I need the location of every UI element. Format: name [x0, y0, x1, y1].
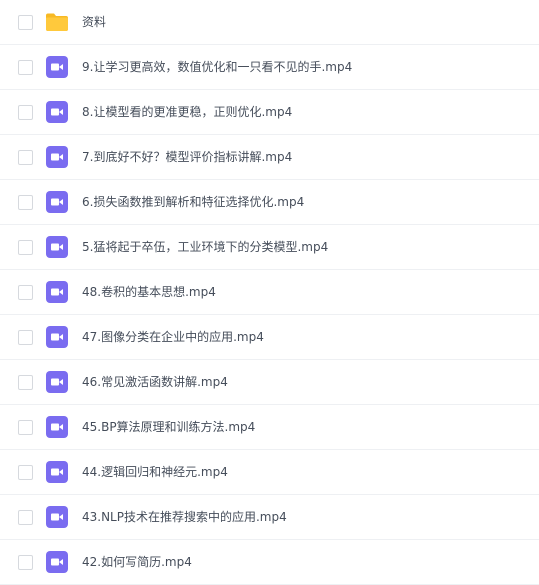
row-checkbox[interactable]	[18, 150, 33, 165]
file-row-video[interactable]: 47.图像分类在企业中的应用.mp4	[0, 315, 539, 360]
row-checkbox[interactable]	[18, 555, 33, 570]
file-name[interactable]: 46.常见激活函数讲解.mp4	[82, 373, 228, 391]
video-file-icon	[45, 460, 69, 484]
row-checkbox[interactable]	[18, 60, 33, 75]
file-row-video[interactable]: 7.到底好不好？模型评价指标讲解.mp4	[0, 135, 539, 180]
row-checkbox[interactable]	[18, 375, 33, 390]
file-name[interactable]: 48.卷积的基本思想.mp4	[82, 283, 216, 301]
file-name[interactable]: 5.猛将起于卒伍，工业环境下的分类模型.mp4	[82, 238, 328, 256]
file-name[interactable]: 42.如何写简历.mp4	[82, 553, 192, 571]
file-row-video[interactable]: 44.逻辑回归和神经元.mp4	[0, 450, 539, 495]
row-checkbox[interactable]	[18, 15, 33, 30]
file-name[interactable]: 9.让学习更高效，数值优化和一只看不见的手.mp4	[82, 58, 352, 76]
video-file-icon	[45, 190, 69, 214]
file-row-video[interactable]: 9.让学习更高效，数值优化和一只看不见的手.mp4	[0, 45, 539, 90]
video-file-icon	[45, 55, 69, 79]
file-row-folder[interactable]: 资料	[0, 0, 539, 45]
video-file-icon	[45, 415, 69, 439]
row-checkbox[interactable]	[18, 105, 33, 120]
video-file-icon	[45, 100, 69, 124]
file-name[interactable]: 44.逻辑回归和神经元.mp4	[82, 463, 228, 481]
file-row-video[interactable]: 42.如何写简历.mp4	[0, 540, 539, 585]
file-row-video[interactable]: 5.猛将起于卒伍，工业环境下的分类模型.mp4	[0, 225, 539, 270]
file-name[interactable]: 43.NLP技术在推荐搜索中的应用.mp4	[82, 508, 287, 526]
row-checkbox[interactable]	[18, 465, 33, 480]
file-name[interactable]: 6.损失函数推到解析和特征选择优化.mp4	[82, 193, 304, 211]
row-checkbox[interactable]	[18, 330, 33, 345]
row-checkbox[interactable]	[18, 285, 33, 300]
file-list: 资料 9.让学习更高效，数值优化和一只看不见的手.mp4 8.让模型看的更准更稳…	[0, 0, 539, 585]
video-file-icon	[45, 325, 69, 349]
video-file-icon	[45, 280, 69, 304]
file-row-video[interactable]: 43.NLP技术在推荐搜索中的应用.mp4	[0, 495, 539, 540]
file-name[interactable]: 8.让模型看的更准更稳，正则优化.mp4	[82, 103, 292, 121]
file-row-video[interactable]: 48.卷积的基本思想.mp4	[0, 270, 539, 315]
row-checkbox[interactable]	[18, 510, 33, 525]
video-file-icon	[45, 505, 69, 529]
file-name[interactable]: 45.BP算法原理和训练方法.mp4	[82, 418, 255, 436]
file-row-video[interactable]: 8.让模型看的更准更稳，正则优化.mp4	[0, 90, 539, 135]
file-row-video[interactable]: 46.常见激活函数讲解.mp4	[0, 360, 539, 405]
folder-icon	[45, 10, 69, 34]
video-file-icon	[45, 235, 69, 259]
file-name[interactable]: 7.到底好不好？模型评价指标讲解.mp4	[82, 148, 292, 166]
video-file-icon	[45, 145, 69, 169]
file-name[interactable]: 资料	[82, 13, 106, 31]
video-file-icon	[45, 550, 69, 574]
file-row-video[interactable]: 45.BP算法原理和训练方法.mp4	[0, 405, 539, 450]
video-file-icon	[45, 370, 69, 394]
file-name[interactable]: 47.图像分类在企业中的应用.mp4	[82, 328, 264, 346]
file-row-video[interactable]: 6.损失函数推到解析和特征选择优化.mp4	[0, 180, 539, 225]
row-checkbox[interactable]	[18, 420, 33, 435]
row-checkbox[interactable]	[18, 240, 33, 255]
row-checkbox[interactable]	[18, 195, 33, 210]
